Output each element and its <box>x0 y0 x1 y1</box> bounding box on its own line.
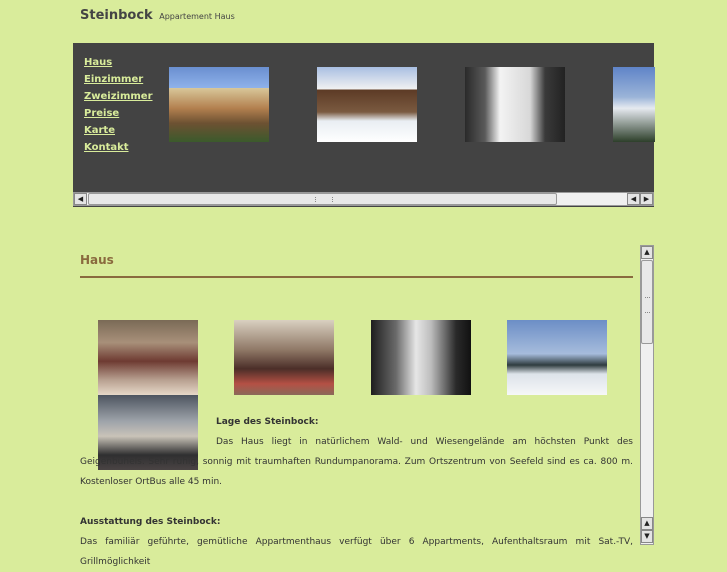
scroll-up-icon-2[interactable]: ▲ <box>641 517 653 530</box>
mountain-photo[interactable] <box>613 67 655 142</box>
ausstattung-title: Ausstattung des Steinbock: <box>80 517 221 527</box>
winter-meadow-photo[interactable] <box>507 320 607 395</box>
lage-paragraph: Das Haus liegt in natürlichem Wald- und … <box>80 432 633 492</box>
vertical-scroll-thumb[interactable] <box>641 260 653 344</box>
scroll-up-icon[interactable]: ▲ <box>641 246 653 259</box>
lage-text: Das Haus liegt in natürlichem Wald- und … <box>80 437 633 487</box>
lage-title: Lage des Steinbock: <box>216 417 319 427</box>
site-title: Steinbock Appartement Haus <box>80 8 235 23</box>
chalet-winter-photo[interactable] <box>317 67 417 142</box>
main-nav: Haus Einzimmer Zweizimmer Preise Karte K… <box>84 54 153 156</box>
grip-icon <box>645 297 650 313</box>
nav-link-preise[interactable]: Preise <box>84 105 153 122</box>
nav-link-kontakt[interactable]: Kontakt <box>84 139 153 156</box>
ausstattung-text: Das familiär geführte, gemütliche Appart… <box>80 537 633 567</box>
nav-link-einzimmer[interactable]: Einzimmer <box>84 71 153 88</box>
lounge-photo[interactable] <box>234 320 334 395</box>
nav-link-karte[interactable]: Karte <box>84 122 153 139</box>
scroll-down-icon[interactable]: ▼ <box>641 530 653 543</box>
chalet-summer-photo[interactable] <box>169 67 269 142</box>
grip-icon <box>315 197 333 202</box>
chalet-snow-photo[interactable] <box>465 67 565 142</box>
site-name: Steinbock <box>80 8 153 23</box>
heading-divider <box>80 276 633 278</box>
site-subtitle: Appartement Haus <box>159 12 235 21</box>
page-heading: Haus <box>80 253 114 267</box>
living-room-photo[interactable] <box>98 320 198 395</box>
scroll-left-icon[interactable]: ◀ <box>74 193 87 205</box>
nav-link-zweizimmer[interactable]: Zweizimmer <box>84 88 153 105</box>
horizontal-scroll-thumb[interactable] <box>88 193 557 205</box>
nav-link-haus[interactable]: Haus <box>84 54 153 71</box>
header-panel: Haus Einzimmer Zweizimmer Preise Karte K… <box>73 43 655 207</box>
vertical-scrollbar[interactable]: ▲ ▲ ▼ <box>640 245 654 545</box>
scroll-right-icon[interactable]: ▶ <box>640 193 653 205</box>
snowy-forest-photo[interactable] <box>371 320 471 395</box>
scroll-left-icon-2[interactable]: ◀ <box>627 193 640 205</box>
horizontal-scrollbar[interactable]: ◀ ◀ ▶ <box>73 192 654 206</box>
